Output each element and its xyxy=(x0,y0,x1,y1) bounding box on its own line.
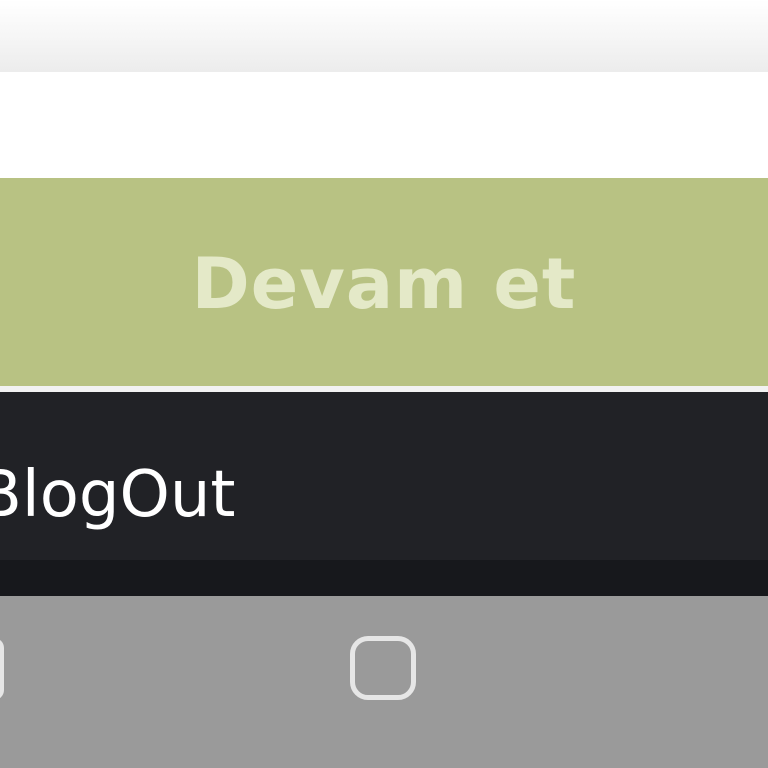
continue-button-label: Devam et xyxy=(191,243,577,325)
footer-brand: BlogOut xyxy=(0,458,236,532)
back-icon[interactable] xyxy=(0,638,4,700)
continue-button[interactable]: Devam et xyxy=(0,178,768,386)
footer-bottom-strip xyxy=(0,560,768,596)
app-screen: Devam et BlogOut xyxy=(0,0,768,768)
content-area xyxy=(0,72,768,178)
home-icon[interactable] xyxy=(350,636,416,700)
top-shadow xyxy=(0,0,768,72)
